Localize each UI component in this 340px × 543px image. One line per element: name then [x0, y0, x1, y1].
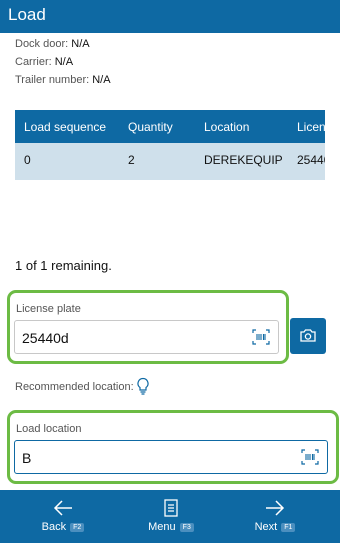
arrow-left-icon: [53, 500, 72, 516]
column-header-quantity[interactable]: Quantity: [128, 120, 173, 134]
license-plate-group: License plate 25440d: [7, 290, 289, 364]
dock-door-info: Dock door: N/A: [15, 38, 90, 50]
load-location-label: Load location: [16, 423, 82, 435]
load-location-value: B: [22, 450, 32, 466]
back-button[interactable]: Back F2: [28, 490, 98, 543]
menu-shortcut: F3: [179, 523, 194, 532]
camera-button[interactable]: [290, 318, 326, 354]
cell-location: DEREKEQUIP: [204, 153, 283, 167]
load-location-group: Load location B: [7, 410, 339, 484]
load-location-input[interactable]: B: [14, 440, 328, 474]
column-header-license[interactable]: Licen: [297, 120, 325, 134]
trailer-value: N/A: [92, 74, 111, 86]
barcode-scan-icon[interactable]: [301, 449, 319, 465]
next-shortcut: F1: [281, 523, 296, 532]
column-header-location[interactable]: Location: [204, 120, 249, 134]
cell-quantity: 2: [128, 153, 135, 167]
column-header-load-sequence[interactable]: Load sequence: [24, 120, 106, 134]
trailer-label: Trailer number:: [15, 74, 90, 86]
carrier-value: N/A: [54, 56, 74, 68]
carrier-info: Carrier: N/A: [15, 56, 73, 68]
table-row[interactable]: 0 2 DEREKEQUIP 25440: [15, 143, 325, 180]
barcode-scan-icon[interactable]: [252, 329, 270, 345]
load-grid[interactable]: Load sequence Quantity Location Licen 0 …: [15, 110, 325, 180]
license-plate-value: 25440d: [22, 330, 69, 346]
remaining-status: 1 of 1 remaining.: [15, 258, 112, 273]
next-button[interactable]: Next F1: [240, 490, 310, 543]
recommended-location-label: Recommended location:: [15, 381, 134, 393]
license-plate-label: License plate: [16, 303, 81, 315]
license-plate-input[interactable]: 25440d: [14, 320, 279, 354]
back-shortcut: F2: [70, 523, 85, 532]
camera-icon: [300, 329, 316, 342]
grid-header: Load sequence Quantity Location Licen: [15, 110, 325, 143]
lightbulb-icon[interactable]: [136, 377, 150, 400]
cell-load-sequence: 0: [24, 153, 31, 167]
menu-document-icon: [164, 499, 178, 517]
arrow-right-icon: [266, 500, 285, 516]
footer-bar: Back F2 Menu F3 Next F1: [0, 490, 340, 543]
menu-label: Menu: [148, 521, 176, 533]
next-label: Next: [254, 521, 278, 533]
page-title: Load: [8, 5, 46, 24]
dock-door-value: N/A: [71, 38, 90, 50]
cell-license: 25440: [297, 153, 325, 167]
app-header: Load: [0, 0, 340, 33]
trailer-info: Trailer number: N/A: [15, 74, 111, 86]
carrier-label: Carrier:: [15, 56, 52, 68]
menu-button[interactable]: Menu F3: [136, 490, 206, 543]
dock-door-label: Dock door:: [15, 38, 69, 50]
back-label: Back: [41, 521, 67, 533]
